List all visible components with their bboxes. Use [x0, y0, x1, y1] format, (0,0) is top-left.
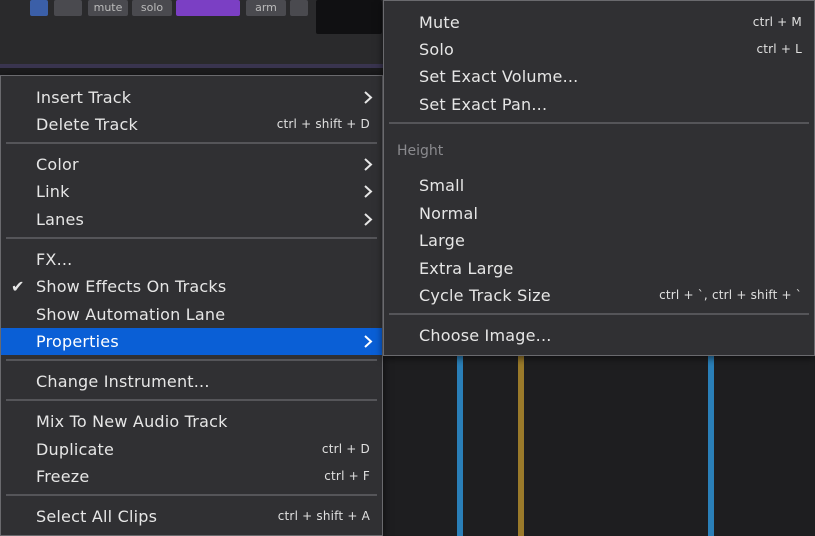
mute-button[interactable]: mute	[88, 0, 128, 16]
menu-item-fx[interactable]: FX...	[1, 246, 382, 273]
menu-item-solo[interactable]: Solo ctrl + L	[384, 36, 814, 63]
menu-item-cycle-track-size[interactable]: Cycle Track Size ctrl + `, ctrl + shift …	[384, 282, 814, 309]
shortcut-label: ctrl + shift + A	[277, 509, 370, 523]
chevron-right-icon	[364, 213, 373, 226]
clip-edge-blue-2	[708, 352, 714, 536]
menu-item-height-normal[interactable]: Normal	[384, 200, 814, 227]
menu-item-set-exact-volume[interactable]: Set Exact Volume...	[384, 63, 814, 90]
menu-separator	[6, 237, 377, 239]
menu-separator	[6, 494, 377, 496]
shortcut-label: ctrl + `, ctrl + shift + `	[659, 288, 802, 302]
menu-item-height-small[interactable]: Small	[384, 172, 814, 199]
shortcut-label: ctrl + M	[752, 15, 802, 29]
menu-item-show-automation[interactable]: Show Automation Lane	[1, 301, 382, 328]
track-context-menu: Insert Track Delete Track ctrl + shift +…	[0, 75, 383, 536]
speaker-icon[interactable]	[54, 0, 82, 16]
menu-item-duplicate[interactable]: Duplicate ctrl + D	[1, 436, 382, 463]
menu-separator	[6, 142, 377, 144]
automation-button[interactable]	[176, 0, 240, 16]
track-control-button[interactable]	[290, 0, 308, 16]
menu-separator	[389, 313, 809, 315]
menu-item-height-extra-large[interactable]: Extra Large	[384, 255, 814, 282]
solo-button[interactable]: solo	[132, 0, 172, 16]
menu-item-height-large[interactable]: Large	[384, 227, 814, 254]
menu-separator	[389, 122, 809, 124]
menu-item-set-exact-pan[interactable]: Set Exact Pan...	[384, 91, 814, 118]
menu-item-properties[interactable]: Properties	[1, 328, 382, 355]
clip-edge-blue	[457, 352, 463, 536]
timeline-area	[382, 352, 815, 536]
clip-edge-gold	[518, 352, 524, 536]
menu-item-delete-track[interactable]: Delete Track ctrl + shift + D	[1, 111, 382, 138]
track-select-icon[interactable]	[30, 0, 48, 16]
shortcut-label: ctrl + D	[321, 442, 370, 456]
menu-item-select-all-clips[interactable]: Select All Clips ctrl + shift + A	[1, 503, 382, 530]
arm-button[interactable]: arm	[246, 0, 286, 16]
chevron-right-icon	[364, 91, 373, 104]
menu-separator	[6, 399, 377, 401]
menu-item-show-effects[interactable]: ✔ Show Effects On Tracks	[1, 273, 382, 300]
shortcut-label: ctrl + shift + D	[276, 117, 370, 131]
menu-item-change-instrument[interactable]: Change Instrument...	[1, 368, 382, 395]
chevron-right-icon	[364, 335, 373, 348]
menu-item-freeze[interactable]: Freeze ctrl + F	[1, 463, 382, 490]
menu-item-color[interactable]: Color	[1, 151, 382, 178]
menu-item-lanes[interactable]: Lanes	[1, 206, 382, 233]
shortcut-label: ctrl + F	[324, 469, 370, 483]
chevron-right-icon	[364, 158, 373, 171]
checkmark-icon: ✔	[11, 277, 25, 296]
menu-separator	[6, 359, 377, 361]
menu-item-link[interactable]: Link	[1, 178, 382, 205]
properties-submenu: Mute ctrl + M Solo ctrl + L Set Exact Vo…	[383, 0, 815, 356]
height-section-header: Height	[397, 143, 444, 159]
menu-item-choose-image[interactable]: Choose Image...	[384, 322, 814, 349]
chevron-right-icon	[364, 185, 373, 198]
menu-item-mix-to-new[interactable]: Mix To New Audio Track	[1, 408, 382, 435]
menu-item-insert-track[interactable]: Insert Track	[1, 84, 382, 111]
track-name-field[interactable]	[316, 0, 382, 34]
shortcut-label: ctrl + L	[756, 42, 802, 56]
menu-item-mute[interactable]: Mute ctrl + M	[384, 9, 814, 36]
